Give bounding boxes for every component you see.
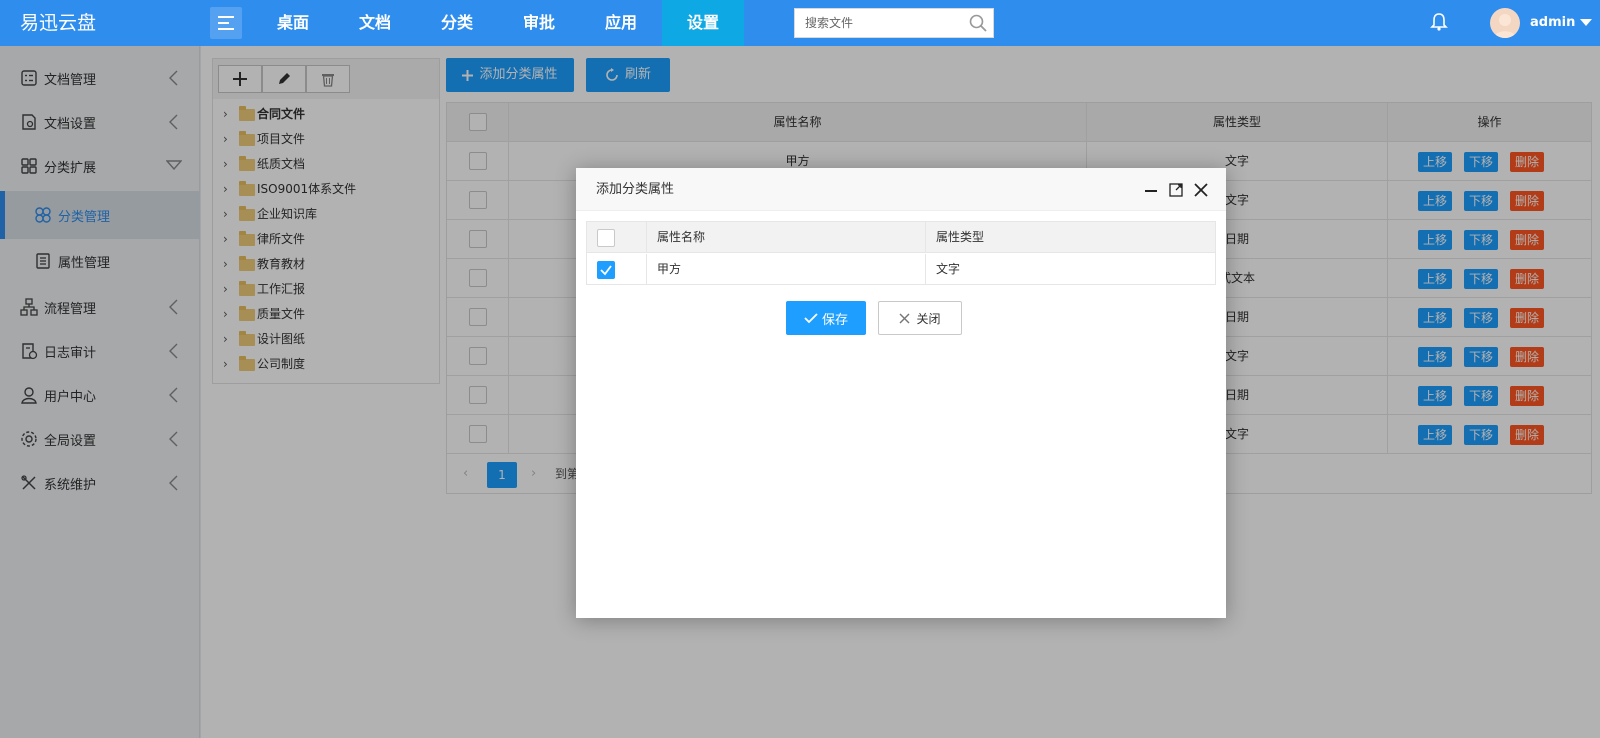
nav-categories[interactable]: 分类 xyxy=(416,0,498,46)
maximize-button[interactable] xyxy=(1167,181,1185,199)
row-checkbox-cell xyxy=(587,254,647,285)
select-all-checkbox[interactable] xyxy=(597,229,615,247)
add-attribute-dialog: 添加分类属性 属性名称 属性类型 甲方 文字 保存 关闭 xyxy=(576,168,1226,618)
close-dialog-button[interactable] xyxy=(1192,181,1210,199)
nav-settings[interactable]: 设置 xyxy=(662,0,744,46)
header-checkbox-cell xyxy=(587,222,647,253)
close-icon xyxy=(1194,183,1208,197)
avatar-face-icon xyxy=(1494,14,1516,38)
brand-logo[interactable]: 易迅云盘 xyxy=(20,0,96,46)
user-name[interactable]: admin xyxy=(1530,0,1575,46)
checkmark-icon xyxy=(804,313,818,324)
dialog-attribute-table: 属性名称 属性类型 甲方 文字 xyxy=(586,221,1216,285)
search-icon[interactable] xyxy=(969,14,987,32)
dialog-header: 添加分类属性 xyxy=(576,168,1226,211)
close-button[interactable]: 关闭 xyxy=(878,301,962,335)
dialog-title: 添加分类属性 xyxy=(596,182,675,197)
table-header-row: 属性名称 属性类型 xyxy=(587,222,1215,253)
attribute-type-cell: 文字 xyxy=(936,262,961,276)
nav-apps[interactable]: 应用 xyxy=(580,0,662,46)
save-label: 保存 xyxy=(821,312,848,328)
nav-documents[interactable]: 文档 xyxy=(334,0,416,46)
chevron-down-icon[interactable] xyxy=(1580,19,1592,27)
bell-icon[interactable] xyxy=(1430,12,1448,32)
minimize-button[interactable] xyxy=(1142,181,1160,199)
search-box xyxy=(794,8,994,38)
header-attribute-name: 属性名称 xyxy=(647,222,926,253)
save-button[interactable]: 保存 xyxy=(786,301,866,335)
close-label: 关闭 xyxy=(916,311,941,326)
attribute-name-cell: 甲方 xyxy=(647,254,926,285)
row-checkbox[interactable] xyxy=(597,261,615,279)
top-bar: 易迅云盘 桌面 文档 分类 审批 应用 设置 admin xyxy=(0,0,1600,46)
avatar[interactable] xyxy=(1490,8,1520,38)
header-attribute-type: 属性类型 xyxy=(936,230,985,244)
table-row[interactable]: 甲方 文字 xyxy=(587,254,1215,285)
top-nav: 桌面 文档 分类 审批 应用 设置 xyxy=(252,0,744,46)
minimize-icon xyxy=(1145,190,1157,192)
menu-toggle-button[interactable] xyxy=(210,7,242,39)
nav-approval[interactable]: 审批 xyxy=(498,0,580,46)
close-icon xyxy=(899,313,910,323)
menu-icon xyxy=(218,16,234,30)
nav-desktop[interactable]: 桌面 xyxy=(252,0,334,46)
maximize-icon xyxy=(1169,183,1183,197)
checkmark-icon xyxy=(600,265,612,276)
search-input[interactable] xyxy=(795,9,955,37)
